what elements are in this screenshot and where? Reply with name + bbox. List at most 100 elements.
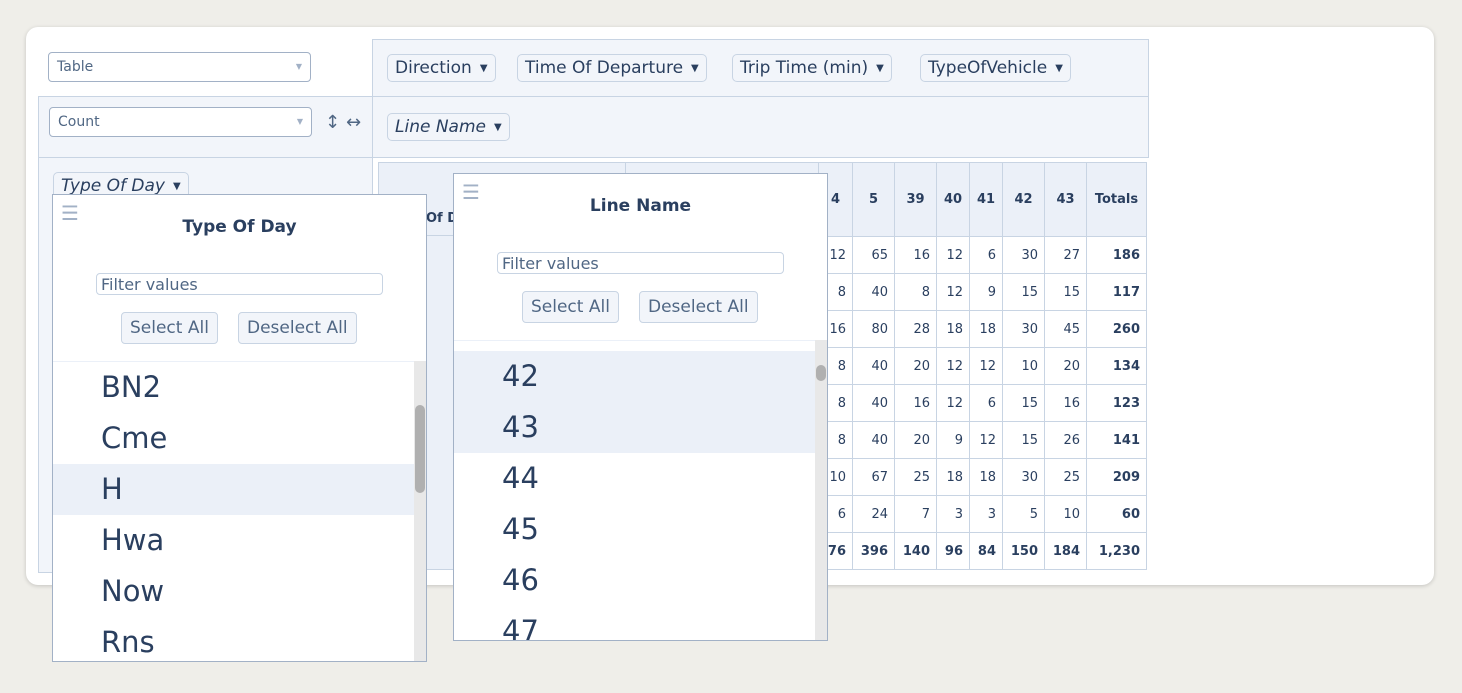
value-list-item[interactable]: BN2: [53, 362, 414, 413]
table-cell[interactable]: 15: [1002, 273, 1045, 311]
filter-values-input[interactable]: [497, 252, 784, 274]
filter-values-input[interactable]: [96, 273, 383, 295]
col-total-cell[interactable]: 84: [969, 532, 1003, 570]
table-cell[interactable]: 12: [936, 236, 970, 274]
vertical-arrows-icon[interactable]: ↕: [325, 112, 340, 133]
col-header[interactable]: 41: [969, 162, 1003, 237]
select-all-button[interactable]: Select All: [121, 312, 218, 344]
table-cell[interactable]: 9: [969, 273, 1003, 311]
table-cell[interactable]: 12: [969, 347, 1003, 385]
deselect-all-button[interactable]: Deselect All: [238, 312, 357, 344]
row-total-cell[interactable]: 260: [1086, 310, 1147, 348]
table-cell[interactable]: 26: [1044, 421, 1087, 459]
table-cell[interactable]: 18: [936, 458, 970, 496]
table-cell[interactable]: 25: [1044, 458, 1087, 496]
value-list-item[interactable]: 46: [454, 555, 815, 606]
row-total-cell[interactable]: 141: [1086, 421, 1147, 459]
row-total-cell[interactable]: 134: [1086, 347, 1147, 385]
table-cell[interactable]: 28: [894, 310, 937, 348]
table-cell[interactable]: 12: [936, 384, 970, 422]
col-header[interactable]: 39: [894, 162, 937, 237]
table-cell[interactable]: 16: [894, 236, 937, 274]
table-cell[interactable]: 40: [852, 347, 895, 385]
table-cell[interactable]: 18: [969, 458, 1003, 496]
horizontal-arrows-icon[interactable]: ↔: [346, 112, 361, 133]
table-cell[interactable]: 15: [1002, 384, 1045, 422]
col-total-cell[interactable]: 140: [894, 532, 937, 570]
table-cell[interactable]: 10: [1002, 347, 1045, 385]
table-cell[interactable]: 12: [936, 273, 970, 311]
caret-down-icon[interactable]: ▼: [876, 63, 884, 74]
table-cell[interactable]: 25: [894, 458, 937, 496]
table-cell[interactable]: 27: [1044, 236, 1087, 274]
table-cell[interactable]: 16: [894, 384, 937, 422]
value-list-item[interactable]: 44: [454, 453, 815, 504]
col-header[interactable]: 40: [936, 162, 970, 237]
table-cell[interactable]: 65: [852, 236, 895, 274]
table-cell[interactable]: 3: [969, 495, 1003, 533]
attr-pill-type-of-vehicle[interactable]: TypeOfVehicle ▼: [920, 54, 1071, 82]
row-total-cell[interactable]: 209: [1086, 458, 1147, 496]
table-cell[interactable]: 40: [852, 273, 895, 311]
scrollbar-thumb[interactable]: [415, 405, 425, 493]
caret-down-icon[interactable]: ▼: [480, 63, 488, 74]
attr-pill-trip-time[interactable]: Trip Time (min) ▼: [732, 54, 892, 82]
table-cell[interactable]: 6: [969, 384, 1003, 422]
caret-down-icon[interactable]: ▼: [173, 181, 181, 192]
value-list-item[interactable]: 42: [454, 351, 815, 402]
value-list-item[interactable]: Hwa: [53, 515, 414, 566]
value-list-item[interactable]: Rns: [53, 617, 414, 661]
value-list-item[interactable]: 47: [454, 606, 815, 640]
table-cell[interactable]: 18: [969, 310, 1003, 348]
table-cell[interactable]: 9: [936, 421, 970, 459]
scrollbar[interactable]: [815, 340, 827, 640]
value-list-item[interactable]: Now: [53, 566, 414, 617]
attr-pill-time-of-departure[interactable]: Time Of Departure ▼: [517, 54, 707, 82]
col-header[interactable]: 42: [1002, 162, 1045, 237]
attr-pill-direction[interactable]: Direction ▼: [387, 54, 496, 82]
table-cell[interactable]: 40: [852, 421, 895, 459]
scrollbar-thumb[interactable]: [816, 365, 826, 381]
value-list-item[interactable]: 43: [454, 402, 815, 453]
table-cell[interactable]: 10: [1044, 495, 1087, 533]
row-total-cell[interactable]: 123: [1086, 384, 1147, 422]
scrollbar[interactable]: [414, 361, 426, 661]
table-cell[interactable]: 67: [852, 458, 895, 496]
table-cell[interactable]: 20: [1044, 347, 1087, 385]
aggregator-select[interactable]: Count ▼: [49, 107, 312, 137]
table-cell[interactable]: 20: [894, 347, 937, 385]
col-total-cell[interactable]: 396: [852, 532, 895, 570]
table-cell[interactable]: 40: [852, 384, 895, 422]
col-attr-pill-line-name[interactable]: Line Name ▼: [387, 113, 510, 141]
row-total-cell[interactable]: 60: [1086, 495, 1147, 533]
col-header[interactable]: 5: [852, 162, 895, 237]
value-list-item[interactable]: Cme: [53, 413, 414, 464]
table-cell[interactable]: 18: [936, 310, 970, 348]
table-cell[interactable]: 15: [1044, 273, 1087, 311]
row-total-cell[interactable]: 117: [1086, 273, 1147, 311]
table-cell[interactable]: 24: [852, 495, 895, 533]
table-cell[interactable]: 6: [969, 236, 1003, 274]
col-total-cell[interactable]: 1,230: [1086, 532, 1147, 570]
row-total-cell[interactable]: 186: [1086, 236, 1147, 274]
table-cell[interactable]: 20: [894, 421, 937, 459]
caret-down-icon[interactable]: ▼: [494, 122, 502, 133]
deselect-all-button[interactable]: Deselect All: [639, 291, 758, 323]
table-cell[interactable]: 30: [1002, 310, 1045, 348]
renderer-select[interactable]: Table ▼: [48, 52, 311, 82]
table-cell[interactable]: 80: [852, 310, 895, 348]
caret-down-icon[interactable]: ▼: [1055, 63, 1063, 74]
table-cell[interactable]: 7: [894, 495, 937, 533]
select-all-button[interactable]: Select All: [522, 291, 619, 323]
col-header[interactable]: 43: [1044, 162, 1087, 237]
caret-down-icon[interactable]: ▼: [691, 63, 699, 74]
value-list-item[interactable]: 45: [454, 504, 815, 555]
table-cell[interactable]: 15: [1002, 421, 1045, 459]
table-cell[interactable]: 8: [894, 273, 937, 311]
table-cell[interactable]: 5: [1002, 495, 1045, 533]
table-cell[interactable]: 16: [1044, 384, 1087, 422]
table-cell[interactable]: 3: [936, 495, 970, 533]
table-cell[interactable]: 30: [1002, 236, 1045, 274]
table-cell[interactable]: 45: [1044, 310, 1087, 348]
col-total-cell[interactable]: 96: [936, 532, 970, 570]
